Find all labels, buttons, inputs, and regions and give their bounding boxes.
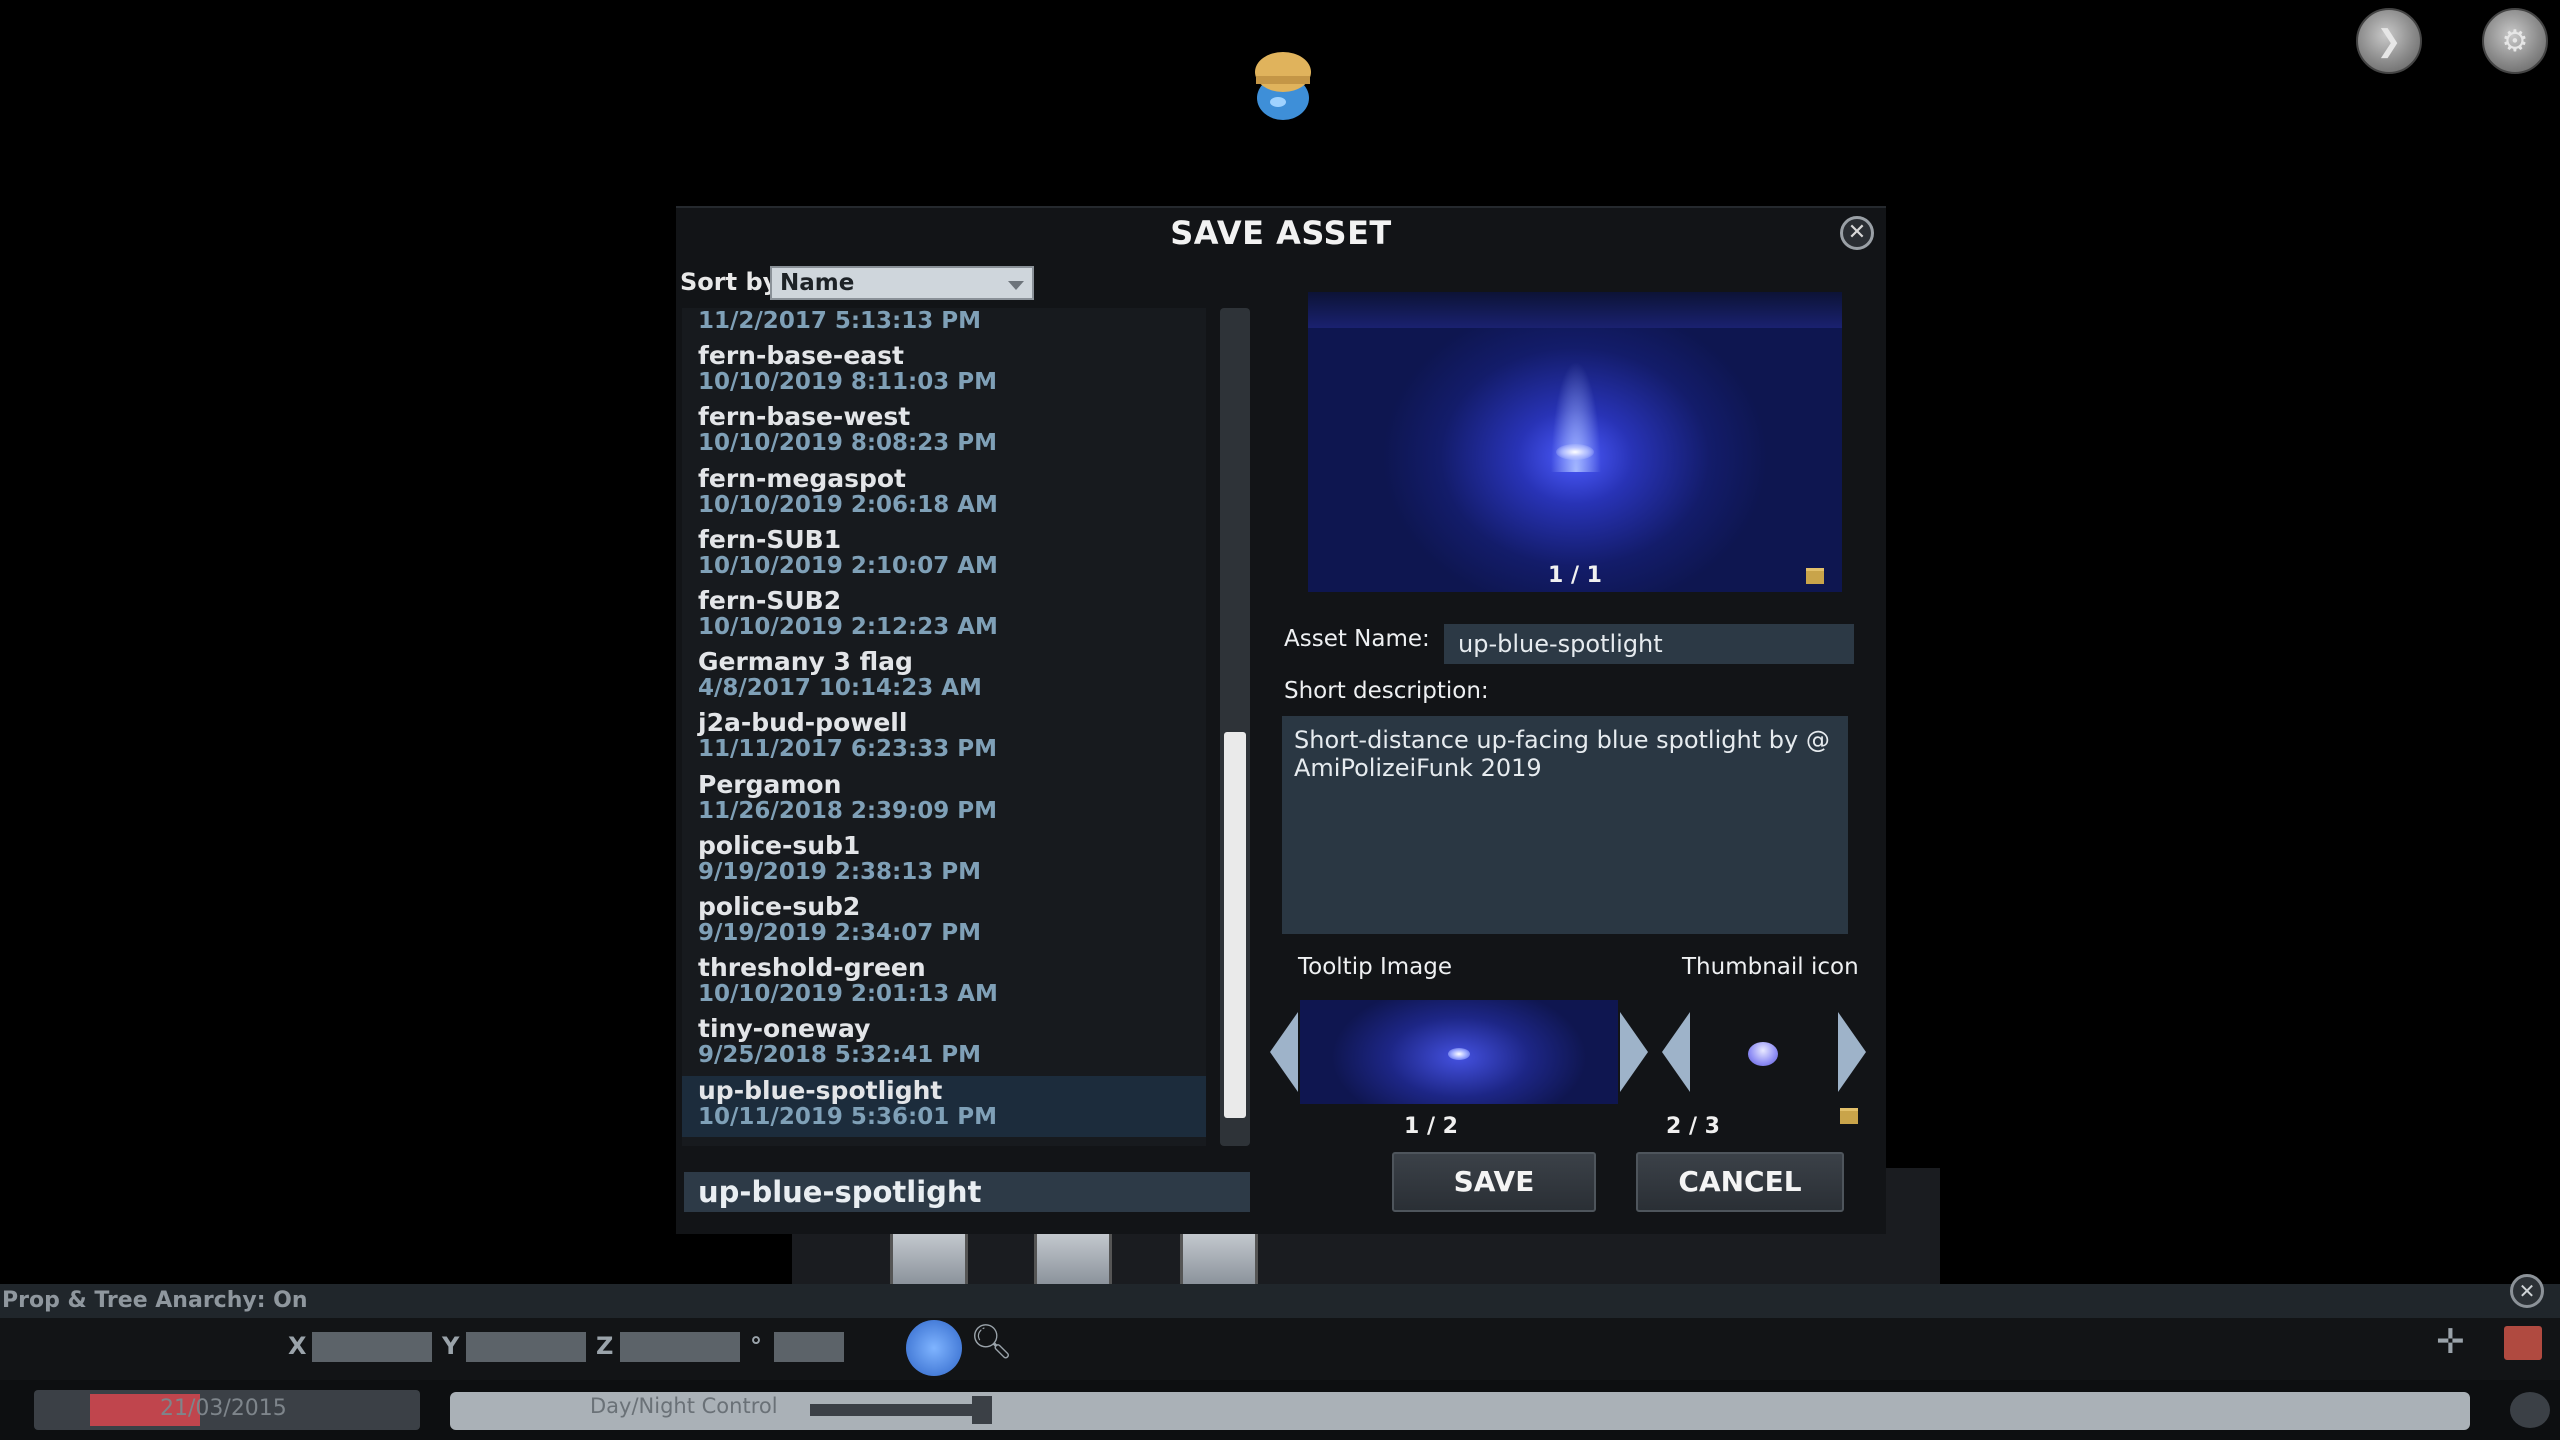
thumbnail-next-arrow-icon[interactable] [1838, 1012, 1866, 1092]
day-night-slider[interactable] [810, 1404, 990, 1416]
thumbnail-counter: 2 / 3 [1666, 1114, 1720, 1139]
asset-name: j2a-bud-powell [698, 708, 908, 738]
folder-icon[interactable] [1840, 1108, 1858, 1124]
day-night-handle[interactable] [972, 1396, 992, 1424]
list-item[interactable]: fern-megaspot 10/10/2019 2:06:18 AM [682, 464, 1206, 525]
z-label: Z [596, 1332, 614, 1360]
asset-preview: 1 / 1 [1308, 292, 1842, 592]
short-description-label: Short description: [1284, 678, 1489, 704]
asset-date: 11/26/2018 2:39:09 PM [698, 797, 997, 824]
y-field[interactable] [466, 1332, 586, 1362]
close-icon[interactable]: ✕ [2510, 1274, 2544, 1308]
asset-date: 9/19/2019 2:38:13 PM [698, 858, 981, 885]
asset-list: 11/2/2017 5:13:13 PM fern-base-east 10/10/… [682, 308, 1206, 1146]
thumbnail-icon-label: Thumbnail icon [1682, 954, 1859, 980]
list-item[interactable]: police-sub1 9/19/2019 2:38:13 PM [682, 831, 1206, 892]
asset-name: tiny-oneway [698, 1014, 871, 1044]
save-asset-dialog: SAVE ASSET ✕ Sort by Name 11/2/2017 5:13… [676, 206, 1886, 1234]
dialog-title: SAVE ASSET [1170, 214, 1392, 252]
chirper-icon[interactable] [1238, 40, 1328, 130]
day-night-label: Day/Night Control [590, 1394, 778, 1418]
info-view-icon[interactable] [2510, 1392, 2550, 1428]
list-item[interactable]: police-sub2 9/19/2019 2:34:07 PM [682, 892, 1206, 953]
search-icon[interactable]: 🔍︎ [970, 1322, 1013, 1362]
list-item[interactable]: fern-base-west 10/10/2019 8:08:23 PM [682, 402, 1206, 463]
tooltip-image-label: Tooltip Image [1298, 954, 1453, 980]
asset-name: fern-megaspot [698, 463, 907, 493]
folder-icon[interactable] [1806, 568, 1824, 584]
asset-name: fern-base-east [698, 341, 904, 371]
bulldozer-icon[interactable] [2504, 1326, 2542, 1360]
asset-name: police-sub2 [698, 892, 861, 921]
title-bar: SAVE ASSET ✕ [676, 206, 1886, 260]
asset-date: 10/10/2019 2:06:18 AM [698, 491, 998, 518]
list-item[interactable]: fern-SUB1 10/10/2019 2:10:07 AM [682, 525, 1206, 586]
scrollbar-thumb[interactable] [1224, 732, 1246, 1118]
game-date: 21/03/2015 [160, 1396, 287, 1421]
cancel-button[interactable]: CANCEL [1636, 1152, 1844, 1212]
z-field[interactable] [620, 1332, 740, 1362]
globe-icon[interactable] [906, 1320, 962, 1376]
list-item[interactable]: tiny-oneway 9/25/2018 5:32:41 PM [682, 1014, 1206, 1075]
asset-date: 10/11/2019 5:36:01 PM [698, 1103, 997, 1130]
asset-date: 10/10/2019 8:08:23 PM [698, 430, 997, 457]
tooltip-counter: 1 / 2 [1404, 1114, 1458, 1139]
asset-date: 10/10/2019 8:11:03 PM [698, 369, 997, 396]
asset-name: Pergamon [698, 769, 842, 799]
asset-date: 10/10/2019 2:12:23 AM [698, 614, 998, 640]
short-description-textarea[interactable]: Short-distance up-facing blue spotlight … [1282, 716, 1848, 934]
save-button[interactable]: SAVE [1392, 1152, 1596, 1212]
list-item[interactable]: 11/2/2017 5:13:13 PM [682, 308, 1206, 341]
asset-name: fern-SUB2 [698, 586, 842, 615]
list-item[interactable]: fern-base-east 10/10/2019 8:11:03 PM [682, 341, 1206, 402]
angle-field[interactable] [774, 1332, 844, 1362]
chevron-down-icon [1008, 281, 1024, 290]
x-label: X [288, 1332, 307, 1360]
thumbnail-icon-preview [1748, 1042, 1778, 1066]
asset-date: 4/8/2017 10:14:23 AM [698, 675, 982, 702]
file-name-input[interactable]: up-blue-spotlight [684, 1172, 1250, 1212]
settings-icon[interactable]: ⚙ [2482, 8, 2548, 74]
move-icon[interactable]: ✛ [2436, 1322, 2465, 1362]
sort-label: Sort by [680, 268, 779, 296]
list-item[interactable]: j2a-bud-powell 11/11/2017 6:23:33 PM [682, 708, 1206, 769]
status-strip [0, 1284, 2560, 1318]
y-label: Y [442, 1332, 460, 1360]
tooltip-next-arrow-icon[interactable] [1620, 1012, 1648, 1092]
asset-name: threshold-green [698, 953, 926, 983]
asset-name: Germany 3 flag [698, 647, 913, 677]
tooltip-prev-arrow-icon[interactable] [1270, 1012, 1298, 1092]
asset-date: 10/10/2019 2:01:13 AM [698, 981, 998, 1008]
asset-name: fern-base-west [698, 402, 911, 432]
list-item[interactable]: Germany 3 flag 4/8/2017 10:14:23 AM [682, 647, 1206, 708]
asset-date: 10/10/2019 2:10:07 AM [698, 552, 998, 579]
list-item[interactable]: fern-SUB2 10/10/2019 2:12:23 AM [682, 586, 1206, 647]
thumbnail-prev-arrow-icon[interactable] [1662, 1012, 1690, 1092]
asset-name: up-blue-spotlight [698, 1075, 943, 1105]
sort-value: Name [780, 270, 855, 296]
asset-name-label: Asset Name: [1284, 626, 1430, 652]
asset-date: 9/25/2018 5:32:41 PM [698, 1042, 981, 1069]
next-arrow-icon[interactable]: ❯ [2356, 8, 2422, 74]
sort-dropdown[interactable]: Name [770, 266, 1034, 300]
angle-label: ° [750, 1332, 762, 1360]
list-item[interactable]: up-blue-spotlight 10/11/2019 5:36:01 PM [682, 1075, 1206, 1137]
x-field[interactable] [312, 1332, 432, 1362]
list-scrollbar[interactable] [1220, 308, 1250, 1146]
asset-date: 9/19/2019 2:34:07 PM [698, 920, 981, 946]
list-item[interactable]: Pergamon 11/26/2018 2:39:09 PM [682, 770, 1206, 831]
asset-name-input[interactable]: up-blue-spotlight [1444, 624, 1854, 664]
preview-counter: 1 / 1 [1548, 563, 1602, 588]
asset-name: police-sub1 [698, 830, 861, 860]
asset-date: 11/11/2017 6:23:33 PM [698, 736, 997, 763]
anarchy-status: Prop & Tree Anarchy: On [2, 1288, 308, 1313]
spotlight-glow [1556, 444, 1594, 460]
asset-date: 11/2/2017 5:13:13 PM [698, 308, 981, 334]
list-item[interactable]: threshold-green 10/10/2019 2:01:13 AM [682, 953, 1206, 1014]
close-icon[interactable]: ✕ [1840, 216, 1874, 250]
tooltip-image [1300, 1000, 1618, 1104]
asset-name: fern-SUB1 [698, 524, 842, 554]
